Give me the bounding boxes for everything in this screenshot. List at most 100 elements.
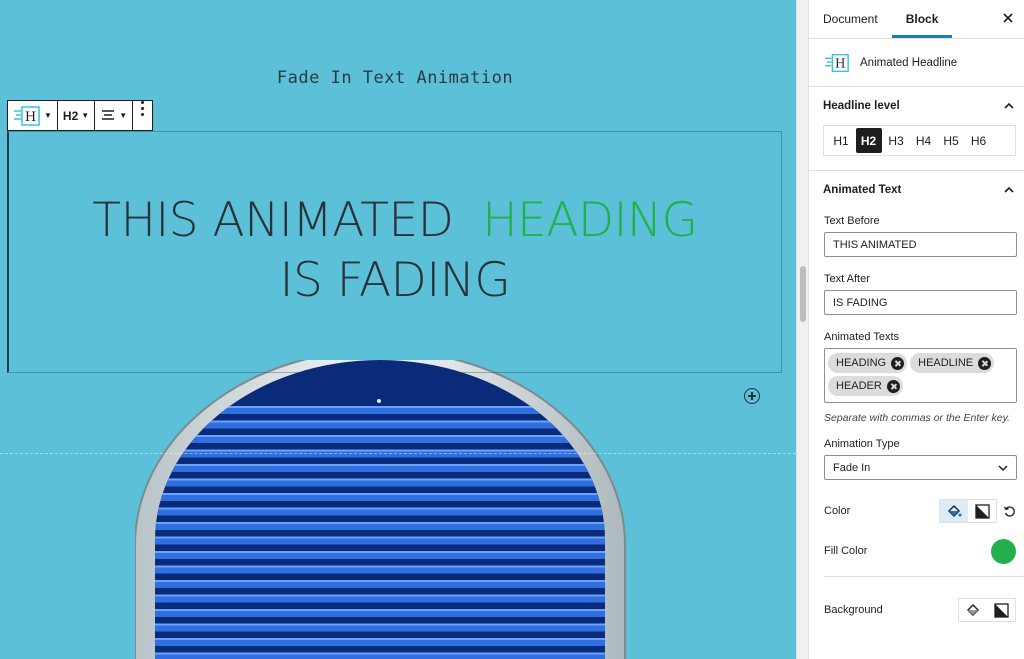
fill-color-label: Fill Color xyxy=(824,545,868,557)
panel-headline-level-toggle[interactable]: Headline level xyxy=(809,87,1024,125)
scrollbar-thumb[interactable] xyxy=(800,266,806,322)
token: HEADER xyxy=(828,376,903,396)
vent-slat-highlight xyxy=(155,580,605,582)
remove-token-icon[interactable] xyxy=(891,356,905,370)
heading-level-dropdown[interactable]: H2 ▼ xyxy=(58,101,96,130)
vent-image xyxy=(135,360,626,659)
fill-color-row: Fill Color xyxy=(824,538,1016,564)
token: HEADLINE xyxy=(910,353,995,373)
more-options-button[interactable] xyxy=(133,101,152,130)
text-align-dropdown[interactable]: ▼ xyxy=(95,101,134,130)
level-h6[interactable]: H6 xyxy=(966,128,992,153)
panel-animated-text: Animated Text Text Before THIS ANIMATED … xyxy=(809,171,1024,623)
animation-type-select[interactable]: Fade In xyxy=(824,455,1017,480)
background-label: Background xyxy=(824,604,883,616)
kebab-dot xyxy=(141,101,145,104)
chevron-up-icon xyxy=(1004,186,1014,193)
vent-slat-highlight xyxy=(155,478,605,481)
vent-slat-highlight xyxy=(155,565,605,568)
vent-slat-highlight xyxy=(155,536,605,539)
vent-slat-highlight xyxy=(155,435,605,437)
level-h3[interactable]: H3 xyxy=(883,128,909,153)
vent-slat-highlight xyxy=(155,464,605,466)
gradient-background-button[interactable] xyxy=(987,599,1015,621)
remove-token-icon[interactable] xyxy=(978,356,992,370)
kebab-dot xyxy=(141,113,145,116)
block-card-title: Animated Headline xyxy=(860,56,958,69)
editor-canvas[interactable]: Fade In Text Animation THIS ANIMATED HEA… xyxy=(0,0,796,659)
headline-level-group: H1 H2 H3 H4 H5 H6 xyxy=(823,125,1016,156)
vent-slat-highlight xyxy=(155,652,605,655)
tokens-help-text: Separate with commas or the Enter key. xyxy=(824,412,1010,424)
align-center-icon xyxy=(102,109,115,120)
editor-window: Fade In Text Animation THIS ANIMATED HEA… xyxy=(0,0,1024,659)
text-after-label: Text After xyxy=(824,273,870,285)
panel-animated-text-toggle[interactable]: Animated Text xyxy=(809,171,1024,209)
settings-sidebar: Document Block H Animated Headline Headl… xyxy=(808,0,1024,659)
headline-block-icon: H xyxy=(14,105,40,126)
level-h4[interactable]: H4 xyxy=(911,128,937,153)
chevron-up-icon xyxy=(1004,102,1014,109)
chevron-down-icon xyxy=(998,464,1008,471)
animated-texts-label: Animated Texts xyxy=(824,331,900,343)
caret-down-icon: ▼ xyxy=(81,111,90,120)
level-h2[interactable]: H2 xyxy=(855,128,882,153)
tab-block[interactable]: Block xyxy=(892,0,953,38)
kebab-dot xyxy=(141,107,145,110)
background-row: Background xyxy=(824,597,1016,623)
vent-slat-highlight xyxy=(155,493,605,495)
block-separator xyxy=(0,453,796,454)
token-label: HEADING xyxy=(836,357,887,369)
paint-bucket-icon xyxy=(967,604,979,616)
remove-token-icon[interactable] xyxy=(886,379,900,393)
gradient-icon xyxy=(974,503,990,519)
level-h5[interactable]: H5 xyxy=(938,128,964,153)
gradient-color-button[interactable] xyxy=(968,500,996,522)
page-subtitle[interactable]: Fade In Text Animation xyxy=(0,68,790,88)
svg-text:H: H xyxy=(835,56,846,70)
gradient-icon xyxy=(993,602,1009,618)
block-type-switcher[interactable]: H ▼ xyxy=(8,101,58,130)
animated-headline[interactable]: THIS ANIMATED HEADING IS FADING xyxy=(0,191,790,311)
caret-down-icon: ▼ xyxy=(44,111,52,120)
canvas-scrollbar[interactable] xyxy=(796,0,808,659)
color-type-toggle xyxy=(939,499,997,523)
solid-color-button[interactable] xyxy=(940,500,968,522)
heading-level-label: H2 xyxy=(62,108,79,123)
fill-color-swatch[interactable] xyxy=(991,538,1016,564)
svg-text:H: H xyxy=(25,110,36,125)
token-label: HEADLINE xyxy=(918,357,974,369)
tab-document[interactable]: Document xyxy=(809,0,892,38)
block-toolbar: H ▼ H2 ▼ ▼ xyxy=(7,100,154,131)
vent-slat-highlight xyxy=(155,551,605,553)
headline-animated-word: HEADING xyxy=(482,193,698,248)
reset-icon[interactable] xyxy=(1003,505,1016,518)
text-after-input[interactable]: IS FADING xyxy=(824,290,1017,315)
text-before-input[interactable]: THIS ANIMATED xyxy=(824,232,1017,257)
vent-slat-highlight xyxy=(155,507,605,510)
animation-type-value: Fade In xyxy=(833,461,871,474)
vent-slat-highlight xyxy=(155,609,605,611)
token-label: HEADER xyxy=(836,380,882,392)
vent-slat-highlight xyxy=(155,638,605,640)
add-block-icon[interactable] xyxy=(744,388,760,404)
sidebar-tabs: Document Block xyxy=(809,0,1024,39)
headline-block-icon: H xyxy=(824,53,849,72)
token: HEADING xyxy=(828,353,908,373)
headline-text-before: THIS ANIMATED xyxy=(92,193,454,248)
animation-type-label: Animation Type xyxy=(824,438,900,450)
vent-slat-highlight xyxy=(155,594,605,597)
block-card: H Animated Headline xyxy=(809,39,1024,87)
animated-texts-token-field[interactable]: HEADING HEADLINE HEADER xyxy=(824,348,1017,403)
text-before-label: Text Before xyxy=(824,215,880,227)
panel-title: Headline level xyxy=(823,100,900,112)
level-h1[interactable]: H1 xyxy=(828,128,854,153)
headline-text-after: IS FADING xyxy=(279,253,511,308)
panel-headline-level: Headline level H1 H2 H3 H4 H5 H6 xyxy=(809,87,1024,171)
panel-title: Animated Text xyxy=(823,184,902,196)
vent-slat-highlight xyxy=(155,449,605,452)
close-icon[interactable] xyxy=(1001,11,1015,25)
color-row: Color xyxy=(824,498,1016,524)
vent-slat-highlight xyxy=(155,623,605,626)
solid-background-button[interactable] xyxy=(959,599,987,621)
